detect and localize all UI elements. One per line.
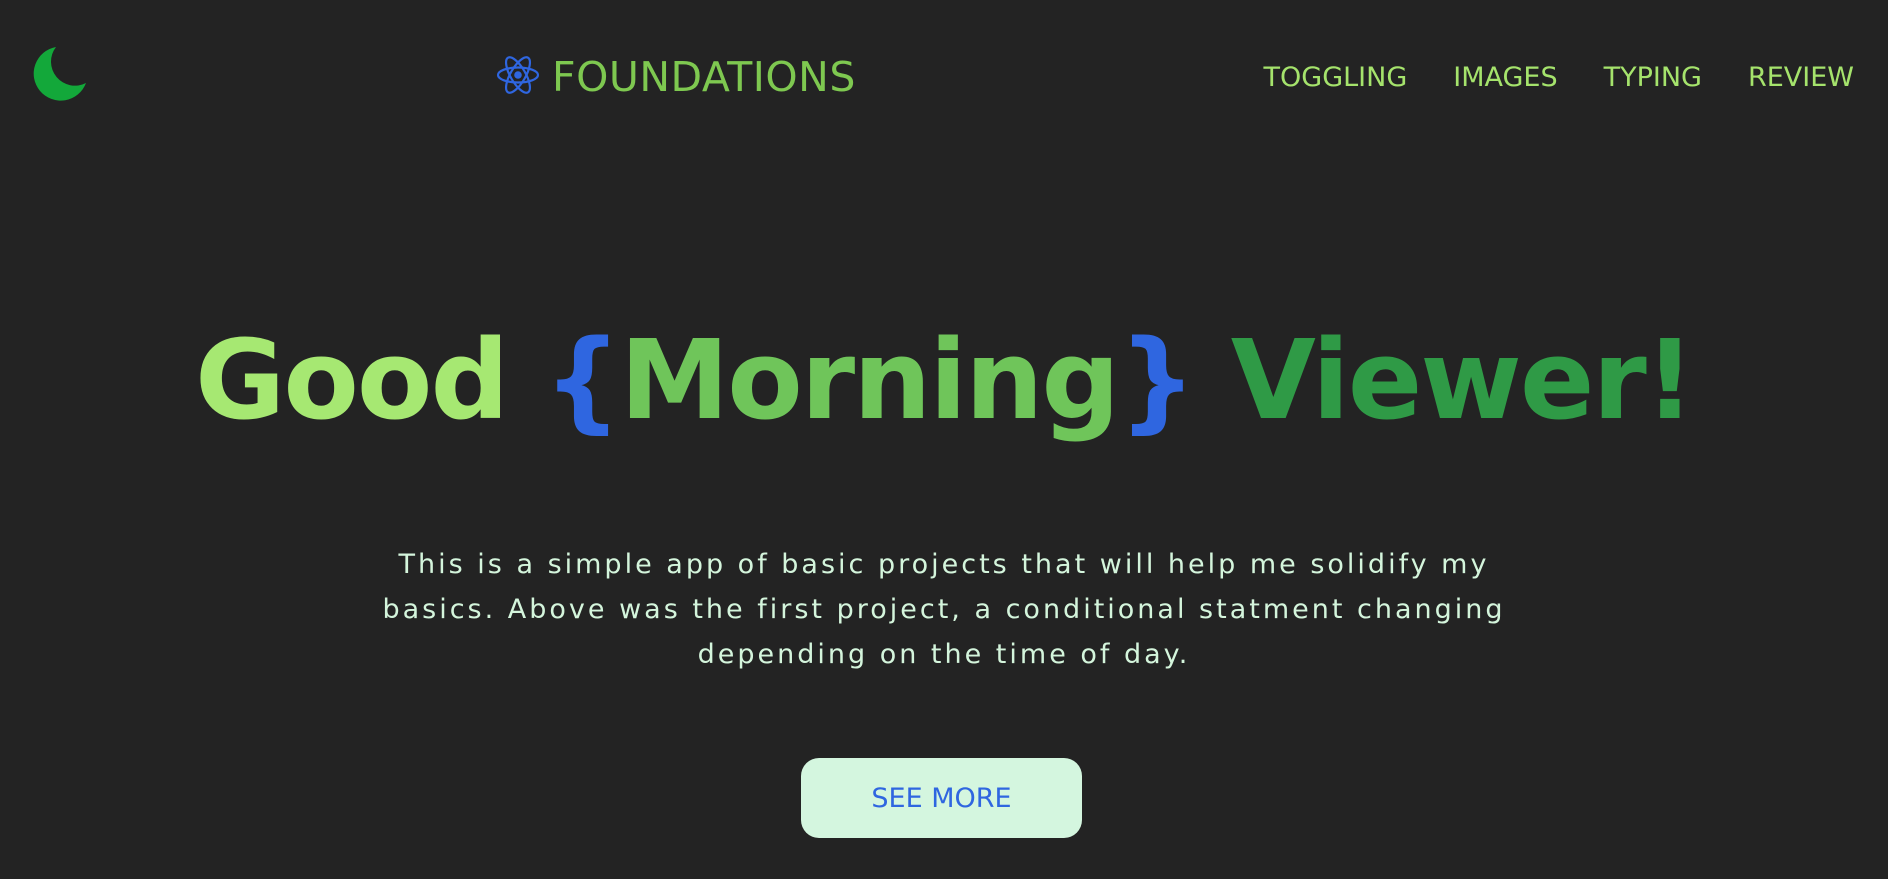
- nav-item-images[interactable]: IMAGES: [1453, 62, 1557, 93]
- hero-description: This is a simple app of basic projects t…: [382, 549, 1506, 670]
- time-of-day-word: Morning: [619, 316, 1120, 444]
- audience-word: Viewer!: [1230, 316, 1695, 444]
- moon-icon[interactable]: [30, 45, 88, 103]
- react-atom-icon: [496, 53, 540, 101]
- hero-greeting: Good {Morning} Viewer!: [0, 310, 1888, 450]
- main-nav: TOGGLING IMAGES TYPING REVIEW: [1264, 62, 1854, 93]
- nav-item-typing[interactable]: TYPING: [1604, 62, 1702, 93]
- brand-title: FOUNDATIONS: [552, 53, 856, 101]
- brand[interactable]: FOUNDATIONS: [496, 52, 856, 102]
- page: FOUNDATIONS TOGGLING IMAGES TYPING REVIE…: [0, 0, 1888, 879]
- close-brace: }: [1118, 316, 1196, 444]
- see-more-button[interactable]: SEE MORE: [801, 758, 1082, 838]
- nav-item-toggling[interactable]: TOGGLING: [1264, 62, 1408, 93]
- open-brace: {: [543, 316, 622, 444]
- nav-item-review[interactable]: REVIEW: [1748, 62, 1854, 93]
- greeting-word: Good: [195, 316, 509, 444]
